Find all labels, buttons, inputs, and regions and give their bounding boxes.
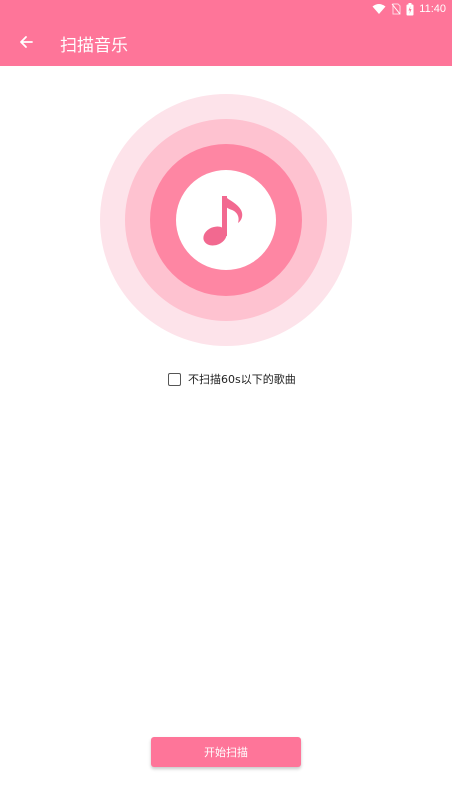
music-note-icon <box>203 196 243 246</box>
arrow-left-icon <box>20 36 33 48</box>
status-time: 11:40 <box>419 3 446 15</box>
battery-charging-icon <box>406 2 414 15</box>
skip-short-songs-label: 不扫描60s以下的歌曲 <box>188 373 296 386</box>
scan-center <box>176 170 276 270</box>
start-scan-button[interactable]: 开始扫描 <box>151 737 301 767</box>
app-bar: 扫描音乐 <box>0 18 452 66</box>
page-title: 扫描音乐 <box>60 36 128 56</box>
back-button[interactable] <box>12 28 40 56</box>
status-icons: 11:40 <box>372 1 446 17</box>
skip-short-songs-checkbox[interactable] <box>168 372 181 386</box>
wifi-icon <box>372 4 386 14</box>
status-bar: 11:40 <box>0 0 452 18</box>
no-sim-icon <box>391 3 401 15</box>
skip-short-songs-option[interactable]: 不扫描60s以下的歌曲 <box>168 371 296 387</box>
